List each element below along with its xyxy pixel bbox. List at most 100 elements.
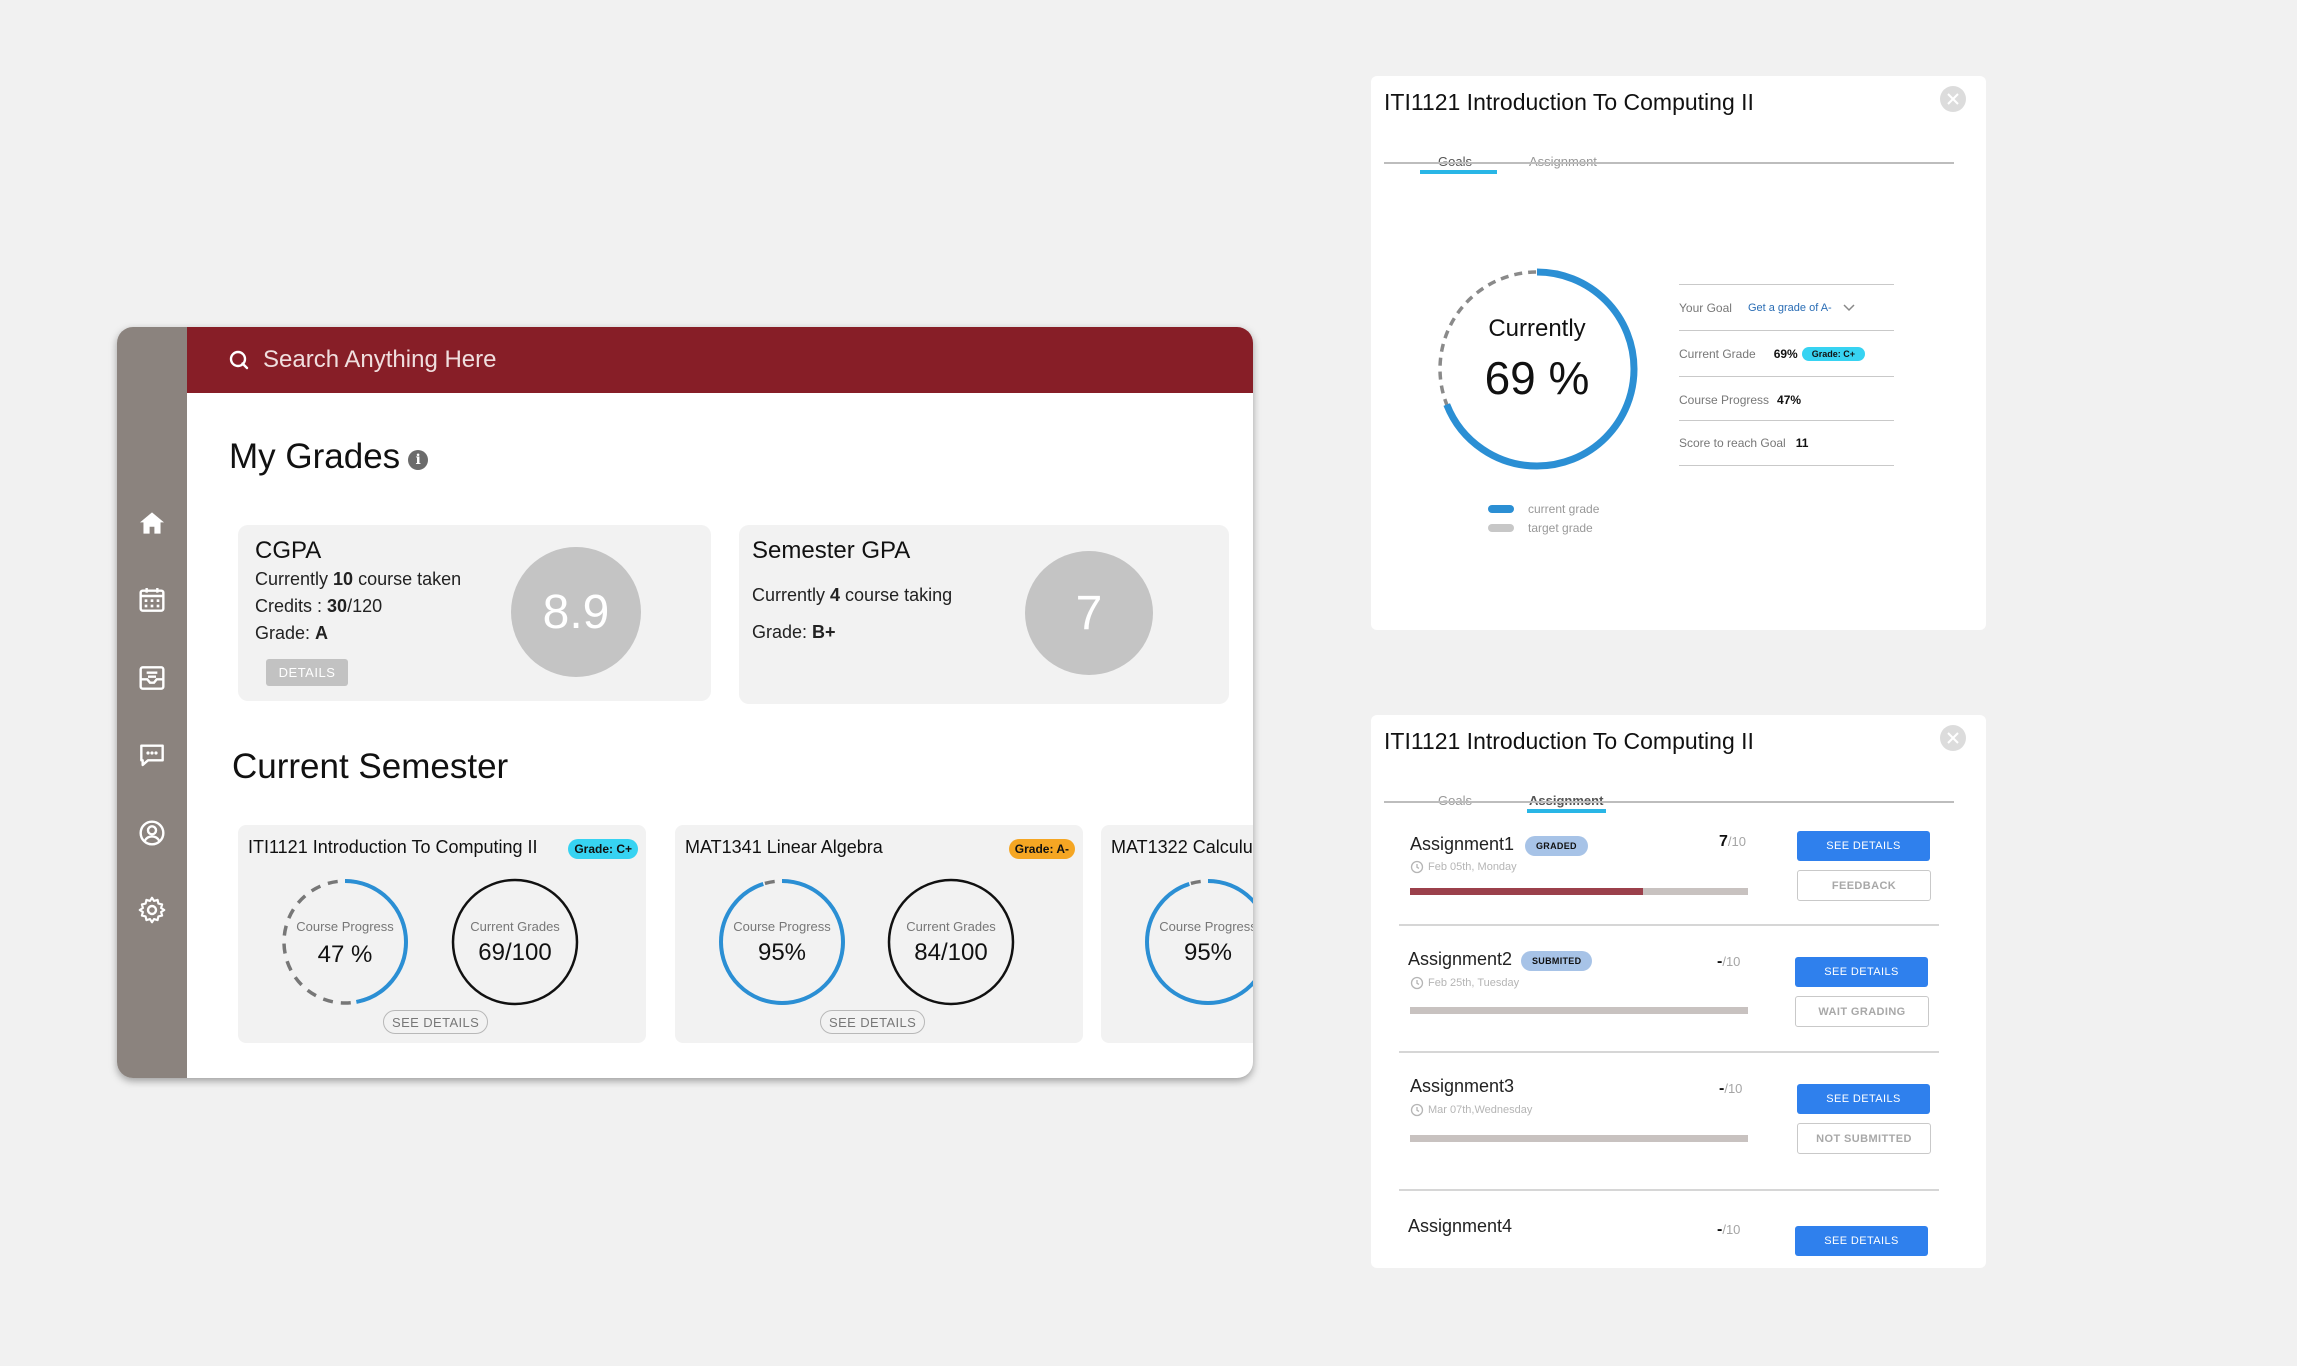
info-icon[interactable]: i: [408, 450, 429, 470]
see-details-button[interactable]: SEE DETAILS: [1797, 831, 1930, 861]
search-bar[interactable]: [227, 341, 863, 379]
assignment-name: Assignment4: [1408, 1216, 1513, 1236]
close-icon: [1947, 93, 1959, 105]
assignment-row: Assignment4 -/10 SEE DETAILS: [1399, 1191, 1939, 1268]
assignment-row: Assignment2 SUBMITED Feb 25th, Tuesday -…: [1399, 926, 1939, 1053]
assignment-progress-fill: [1410, 888, 1644, 895]
sidebar-item-settings[interactable]: [132, 890, 172, 930]
panel-title: ITI1121 Introduction To Computing II: [1384, 728, 1754, 754]
grades-value: 69/100: [478, 939, 552, 966]
date-text: Feb 05th, Monday: [1428, 861, 1517, 873]
course-name: ITI1121 Introduction To Computing II: [248, 837, 538, 857]
course-card-iti1121[interactable]: ITI1121 Introduction To Computing II Gra…: [238, 825, 646, 1043]
progress-label: Course Progress: [733, 919, 831, 934]
assignment-name: Assignment1: [1410, 834, 1515, 854]
tab-active-indicator: [1527, 809, 1606, 813]
cgpa-card: CGPA Currently 10 course taken Credits :…: [238, 525, 711, 701]
assignment-panel: ITI1121 Introduction To Computing II Goa…: [1371, 715, 1986, 1268]
current-grades-ring: Current Grades 69/100: [450, 877, 580, 1007]
assignment-progress-bar: [1410, 1007, 1748, 1014]
not-submitted-button[interactable]: NOT SUBMITTED: [1797, 1123, 1931, 1154]
close-button[interactable]: [1940, 725, 1966, 751]
see-details-button[interactable]: SEE DETAILS: [1797, 1084, 1930, 1114]
sidebar-item-home[interactable]: [132, 503, 172, 543]
search-input[interactable]: [263, 346, 863, 374]
score-to-reach-value: 11: [1795, 436, 1809, 450]
current-grades-ring: Current Grades 84/100: [886, 877, 1016, 1007]
current-grade-value: 69%: [1773, 346, 1798, 361]
course-progress-ring: Course Progress 95%: [717, 877, 847, 1007]
close-icon: [1947, 732, 1959, 744]
clock-icon: [1410, 976, 1424, 990]
chevron-down-icon[interactable]: [1842, 303, 1856, 313]
see-details-button[interactable]: SEE DETAILS: [383, 1010, 489, 1034]
course-card-mat1322[interactable]: MAT1322 Calculus II Course Progress 95%: [1101, 825, 1253, 1043]
assignment-score: -/10: [1717, 953, 1741, 970]
sidebar-item-messages[interactable]: [132, 735, 172, 775]
assignment-score: -/10: [1719, 1080, 1743, 1097]
grades-label: Current Grades: [906, 919, 996, 934]
status-badge: SUBMITED: [1521, 951, 1593, 971]
legend-current-grade: current grade: [1488, 502, 1599, 516]
clock-icon: [1410, 860, 1424, 874]
sidebar-item-profile[interactable]: [132, 813, 172, 853]
sidebar-item-calendar[interactable]: [132, 580, 172, 620]
assignment-progress-bar: [1410, 1135, 1748, 1142]
tab-divider: [1384, 801, 1954, 803]
see-details-button[interactable]: SEE DETAILS: [820, 1010, 926, 1034]
goal-select-value[interactable]: Get a grade of A-: [1748, 302, 1832, 314]
current-semester-title: Current Semester: [232, 747, 509, 786]
assignment-date: Mar 07th,Wednesday: [1410, 1103, 1532, 1117]
goals-panel: ITI1121 Introduction To Computing II Goa…: [1371, 76, 1986, 630]
progress-label: Course Progress: [296, 919, 394, 934]
sidebar-item-inbox[interactable]: [132, 658, 172, 698]
semester-gpa-value-circle: 7: [1025, 551, 1153, 675]
goal-row-your-goal[interactable]: Your Goal Get a grade of A-: [1679, 284, 1894, 330]
grade-badge: Grade: C+: [568, 839, 638, 859]
chat-icon: [140, 744, 164, 767]
course-name: MAT1341 Linear Algebra: [685, 837, 883, 857]
close-button[interactable]: [1940, 86, 1966, 112]
settings-icon: [138, 896, 166, 924]
top-bar: [187, 327, 1253, 393]
calendar-icon: [139, 588, 165, 612]
see-details-button[interactable]: SEE DETAILS: [1795, 1226, 1928, 1256]
cgpa-credits: Credits : 30/120: [255, 596, 383, 616]
cgpa-value-circle: 8.9: [511, 547, 641, 677]
assignment-row: Assignment1 GRADED Feb 05th, Monday 7/10…: [1399, 825, 1939, 926]
assignment-score: -/10: [1717, 1221, 1741, 1238]
page-title: My Grades i: [229, 437, 429, 477]
course-progress-ring: Course Progress 95%: [1143, 877, 1253, 1007]
see-details-button[interactable]: SEE DETAILS: [1795, 957, 1928, 987]
assignment-score: 7/10: [1719, 833, 1746, 850]
goal-row-label: Your Goal: [1679, 300, 1732, 315]
semester-gpa-card: Semester GPA Currently 4 course taking G…: [739, 525, 1229, 704]
legend-label: current grade: [1528, 502, 1600, 516]
goal-row-label: Current Grade: [1679, 346, 1756, 361]
inbox-icon: [139, 666, 165, 690]
grades-label: Current Grades: [470, 919, 560, 934]
cgpa-details-button[interactable]: DETAILS: [266, 659, 348, 686]
wait-grading-button[interactable]: WAIT GRADING: [1795, 996, 1929, 1027]
course-card-mat1341[interactable]: MAT1341 Linear Algebra Grade: A- Course …: [675, 825, 1083, 1043]
progress-value: 95%: [757, 939, 807, 966]
course-progress-ring: Course Progress 47 %: [280, 877, 410, 1007]
cgpa-grade: Grade: A: [255, 623, 329, 643]
panel-title: ITI1121 Introduction To Computing II: [1384, 89, 1754, 115]
progress-value: 95%: [1183, 939, 1233, 966]
grade-donut: Currently 69 %: [1433, 265, 1641, 473]
semester-gpa-title: Semester GPA: [752, 537, 911, 564]
assignment-date: Feb 25th, Tuesday: [1410, 976, 1519, 990]
clock-icon: [1410, 1103, 1424, 1117]
assignment-date: Feb 05th, Monday: [1410, 860, 1517, 874]
grades-app-window: My Grades i CGPA Currently 10 course tak…: [117, 327, 1253, 1078]
goal-row-score-to-reach: Score to reach Goal 11: [1679, 420, 1894, 466]
course-name: MAT1322 Calculus II: [1111, 837, 1253, 857]
home-icon: [140, 512, 164, 534]
goal-row-course-progress: Course Progress 47%: [1679, 376, 1894, 422]
sidebar: [117, 327, 187, 1078]
semester-grade: Grade: B+: [752, 622, 836, 642]
feedback-button[interactable]: FEEDBACK: [1797, 870, 1931, 901]
course-progress-value: 47%: [1777, 392, 1802, 407]
goal-row-current-grade: Current Grade 69% Grade: C+: [1679, 330, 1894, 376]
